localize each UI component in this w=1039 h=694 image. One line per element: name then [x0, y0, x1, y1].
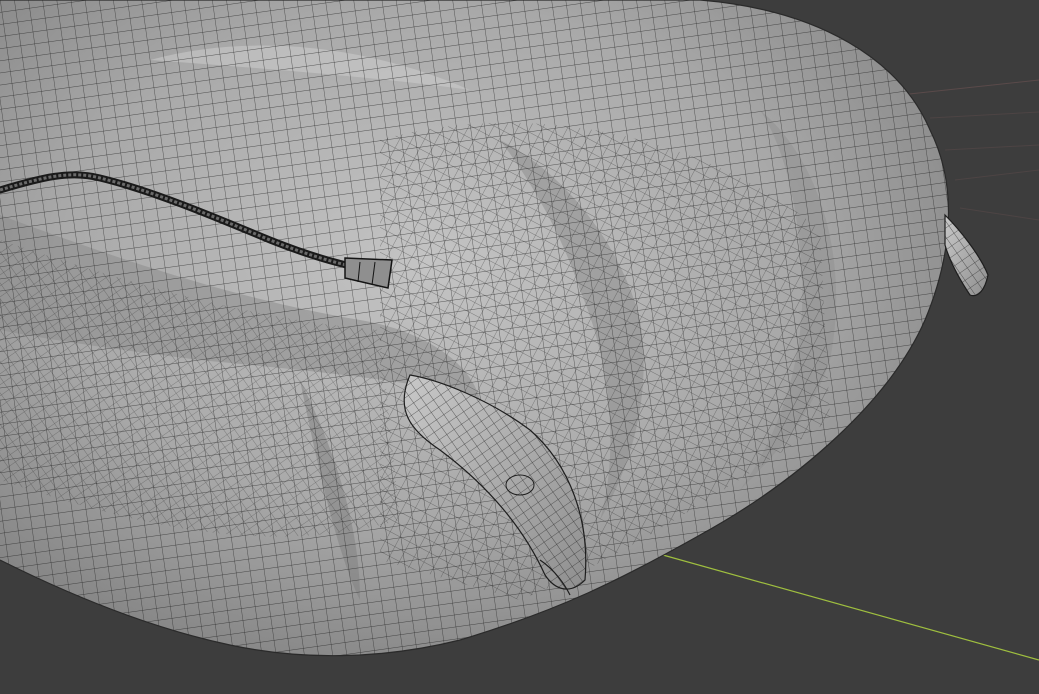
3d-viewport[interactable]: [0, 0, 1039, 694]
viewport-canvas[interactable]: [0, 0, 1039, 694]
